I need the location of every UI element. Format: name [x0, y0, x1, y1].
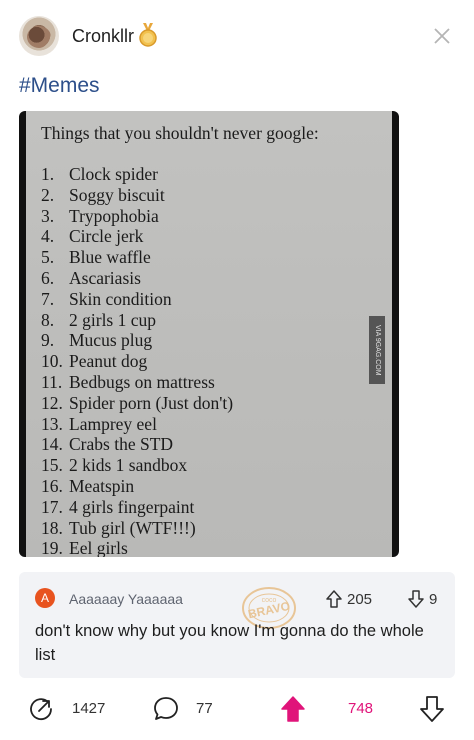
watermark: VIA 9GAG.COM	[369, 316, 385, 384]
meme-list-number: 9.	[41, 330, 55, 351]
meme-list-number: 19.	[41, 538, 63, 557]
comment-upvote-count: 205	[347, 591, 373, 608]
user-avatar[interactable]	[19, 16, 59, 56]
meme-list-item: 5. Blue waffle	[41, 247, 233, 268]
meme-list-item: 1. Clock spider	[41, 164, 233, 185]
meme-list-number: 15.	[41, 455, 63, 476]
meme-list-item: 14. Crabs the STD	[41, 434, 233, 455]
meme-list-number: 4.	[41, 226, 55, 247]
meme-list-item: 17. 4 girls fingerpaint	[41, 497, 233, 518]
meme-list-text: Spider porn (Just don't)	[69, 392, 234, 413]
medal-icon	[139, 23, 157, 47]
meme-list-text: Skin condition	[69, 288, 172, 309]
meme-list-item: 15. 2 kids 1 sandbox	[41, 455, 233, 476]
meme-list-text: Meatspin	[69, 475, 135, 496]
meme-list-text: Circle jerk	[69, 226, 144, 247]
top-comment[interactable]: A Aaaaaay Yaaaaaa coco BRAVO 205 9 don't…	[19, 572, 455, 678]
meme-list-item: 11. Bedbugs on mattress	[41, 372, 233, 393]
meme-list-item: 8. 2 girls 1 cup	[41, 310, 233, 331]
meme-list-text: 2 kids 1 sandbox	[69, 455, 188, 476]
comment-upvote-icon[interactable]	[325, 589, 343, 609]
share-count: 1427	[72, 700, 106, 717]
comment-icon[interactable]	[152, 695, 180, 723]
meme-list-text: Soggy biscuit	[69, 184, 165, 205]
meme-list-text: 2 girls 1 cup	[69, 309, 157, 330]
username[interactable]: Cronkllr	[72, 26, 134, 47]
meme-list-number: 1.	[41, 164, 55, 184]
meme-list-text: Bedbugs on mattress	[69, 371, 215, 392]
meme-list-item: 18. Tub girl (WTF!!!)	[41, 518, 233, 539]
stamp-line2: BRAVO	[247, 599, 291, 622]
meme-list-item: 16. Meatspin	[41, 476, 233, 497]
action-bar: 1427 77 748	[0, 682, 474, 740]
meme-list-item: 19. Eel girls	[41, 538, 233, 557]
meme-title: Things that you shouldn't never google:	[41, 123, 319, 143]
meme-list-item: 9. Mucus plug	[41, 330, 233, 351]
comment-downvote-count: 9	[429, 591, 438, 608]
meme-list-item: 4. Circle jerk	[41, 226, 233, 247]
meme-list-number: 2.	[41, 184, 55, 205]
meme-list-item: 6. Ascariasis	[41, 268, 233, 289]
commenter-username[interactable]: Aaaaaay Yaaaaaa	[69, 591, 183, 607]
meme-list-number: 13.	[41, 413, 63, 434]
meme-list-text: Peanut dog	[69, 351, 148, 372]
meme-list-number: 14.	[41, 434, 63, 455]
post-header: Cronkllr	[0, 0, 474, 72]
meme-list-text: 4 girls fingerpaint	[69, 496, 195, 517]
meme-list-number: 5.	[41, 247, 55, 268]
meme-paper: Things that you shouldn't never google: …	[26, 111, 392, 557]
meme-list-item: 13. Lamprey eel	[41, 414, 233, 435]
meme-list-text: Ascariasis	[69, 267, 141, 288]
upvote-count: 748	[348, 700, 374, 717]
meme-list-number: 11.	[41, 371, 63, 392]
commenter-avatar[interactable]: A	[35, 588, 55, 608]
comment-count: 77	[196, 700, 213, 717]
meme-list-item: 12. Spider porn (Just don't)	[41, 393, 233, 414]
meme-list-item: 2. Soggy biscuit	[41, 185, 233, 206]
meme-list-text: Tub girl (WTF!!!)	[69, 517, 196, 538]
meme-list-number: 10.	[41, 351, 63, 372]
share-icon[interactable]	[28, 696, 54, 722]
meme-list-text: Blue waffle	[69, 247, 151, 268]
comment-text: don't know why but you know I'm gonna do…	[35, 622, 424, 664]
meme-list-text: Lamprey eel	[69, 413, 157, 434]
upvote-icon[interactable]	[280, 695, 306, 723]
meme-list-item: 10. Peanut dog	[41, 351, 233, 372]
meme-list-number: 6.	[41, 267, 55, 288]
meme-list-number: 12.	[41, 392, 63, 413]
meme-list-item: 3. Trypophobia	[41, 206, 233, 227]
meme-list-text: Crabs the STD	[69, 434, 174, 455]
meme-list-number: 8.	[41, 309, 55, 330]
meme-list-number: 17.	[41, 496, 63, 517]
meme-list-text: Clock spider	[69, 164, 158, 184]
post-image[interactable]: Things that you shouldn't never google: …	[19, 111, 399, 557]
close-icon[interactable]	[432, 26, 452, 46]
meme-list-text: Mucus plug	[69, 330, 153, 351]
post-tag[interactable]: #Memes	[19, 74, 100, 98]
meme-list-number: 16.	[41, 475, 63, 496]
meme-list: 1. Clock spider 2. Soggy biscuit 3. Trypophob…	[41, 164, 233, 557]
meme-list-text: Trypophobia	[69, 205, 159, 226]
meme-list-number: 3.	[41, 205, 55, 226]
comment-downvote-icon[interactable]	[407, 589, 425, 609]
meme-list-item: 7. Skin condition	[41, 289, 233, 310]
meme-list-number: 18.	[41, 517, 63, 538]
downvote-icon[interactable]	[419, 695, 445, 723]
meme-list-number: 7.	[41, 288, 55, 309]
meme-list-text: Eel girls	[69, 538, 128, 557]
